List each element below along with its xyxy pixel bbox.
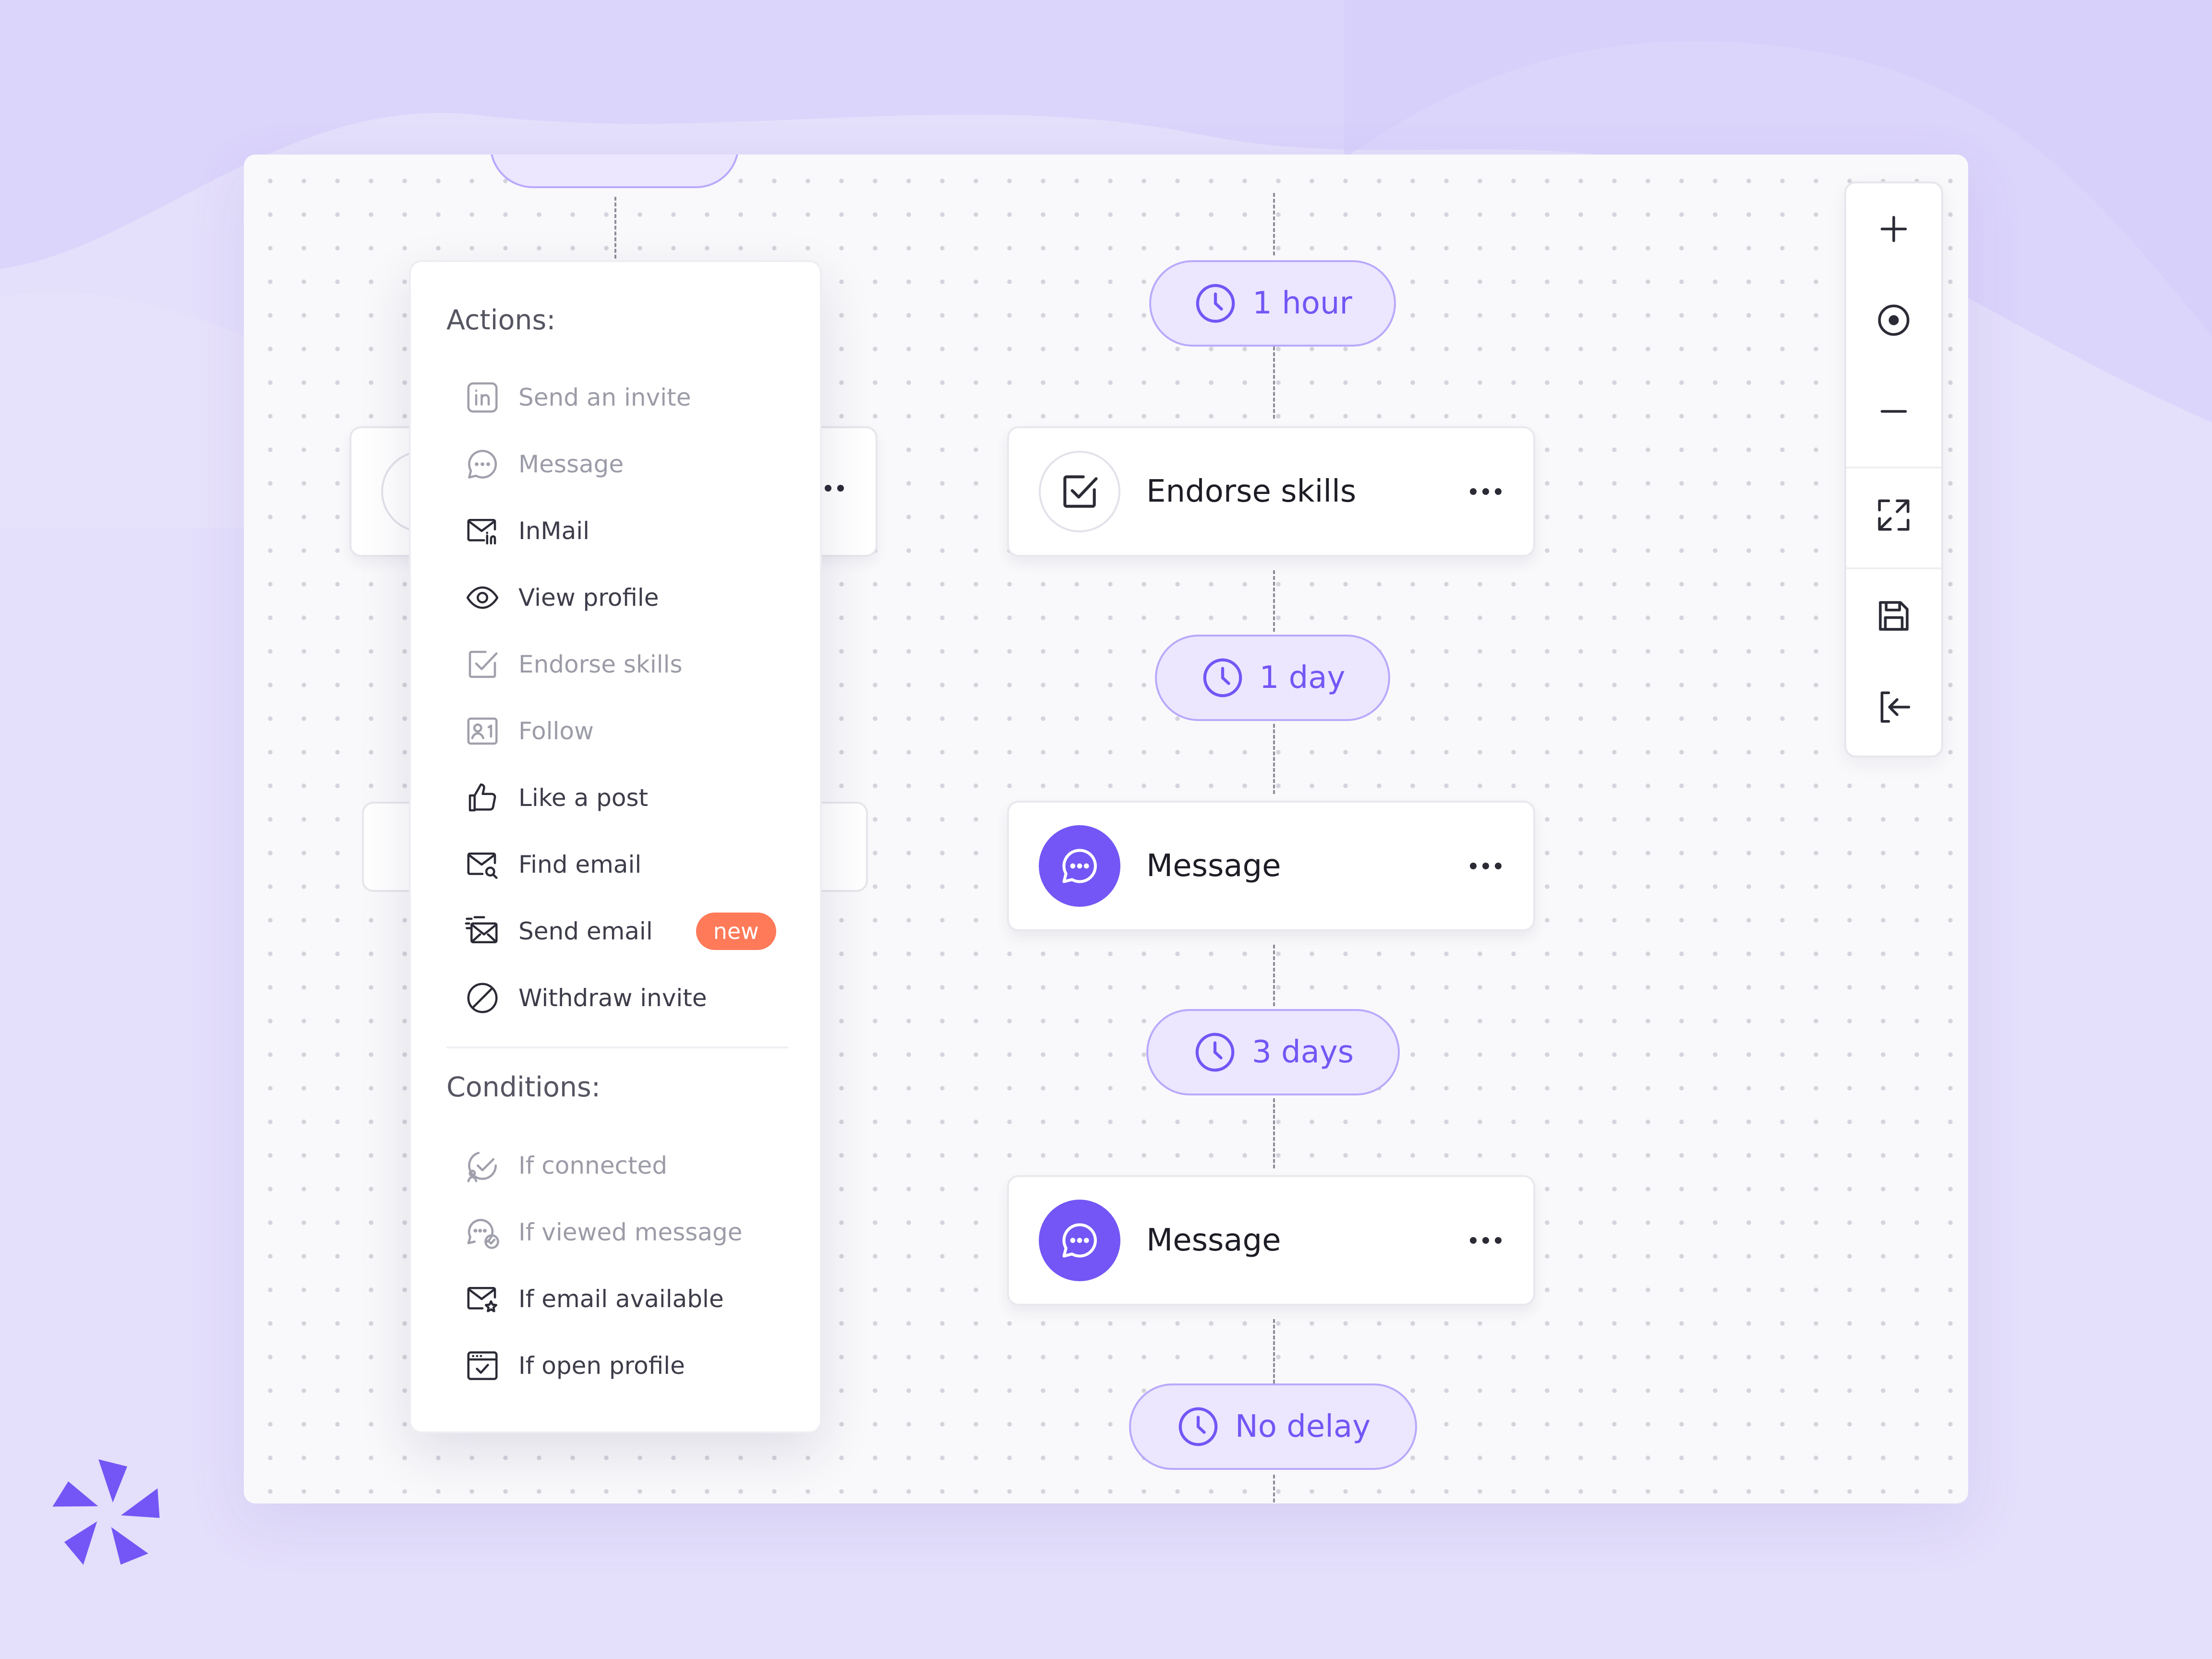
- connector-line: [1273, 1319, 1275, 1383]
- connected-icon: [467, 1152, 497, 1182]
- fullscreen-button[interactable]: [1846, 469, 1941, 561]
- step-label: Message: [1146, 1223, 1281, 1258]
- chat-bubble-icon: [1062, 849, 1097, 883]
- step-icon: [1039, 825, 1120, 907]
- center-button[interactable]: [1846, 275, 1941, 366]
- toolbar-divider: [1846, 467, 1941, 469]
- action-like-a-post[interactable]: Like a post: [464, 774, 790, 822]
- send-email-icon: [465, 916, 498, 944]
- delay-pill-no-delay[interactable]: No delay: [1129, 1383, 1417, 1470]
- step-label: Endorse skills: [1146, 474, 1357, 509]
- step-icon: [1039, 1200, 1120, 1281]
- more-options-icon[interactable]: [1468, 486, 1503, 497]
- action-label: Endorse skills: [518, 650, 683, 678]
- check-square-icon: [1063, 475, 1098, 508]
- open-profile-icon: [467, 1351, 498, 1380]
- connector-line: [1273, 724, 1275, 794]
- step-card-message[interactable]: Message: [1007, 801, 1535, 931]
- step-card-message[interactable]: Message: [1007, 1175, 1535, 1306]
- action-send-email[interactable]: Send email new: [464, 907, 790, 955]
- action-find-email[interactable]: Find email: [464, 841, 790, 889]
- clock-icon: [1203, 658, 1242, 697]
- connector-line: [1273, 193, 1275, 255]
- email-available-icon: [467, 1286, 497, 1312]
- add-step-dropdown: Actions: Send an invite Message InMail V…: [409, 260, 822, 1433]
- delay-label: 1 hour: [1252, 286, 1352, 321]
- action-label: Follow: [518, 717, 594, 745]
- condition-label: If viewed message: [518, 1218, 743, 1246]
- condition-if-open-profile[interactable]: If open profile: [464, 1342, 790, 1390]
- action-label: View profile: [518, 584, 659, 612]
- exit-button[interactable]: [1846, 661, 1941, 753]
- message-icon: [468, 450, 497, 479]
- condition-if-viewed-message[interactable]: If viewed message: [464, 1208, 790, 1256]
- delay-pill-3-days[interactable]: 3 days: [1146, 1009, 1400, 1095]
- delay-pill-1-hour[interactable]: 1 hour: [1149, 260, 1396, 347]
- zoom-in-icon: [1880, 216, 1907, 242]
- new-badge: new: [696, 913, 776, 950]
- follow-icon: [467, 717, 498, 745]
- step-card-endorse-skills[interactable]: Endorse skills: [1007, 426, 1535, 557]
- action-send-an-invite[interactable]: Send an invite: [464, 373, 790, 421]
- find-email-icon: [467, 852, 498, 879]
- chat-bubble-icon: [1062, 1223, 1097, 1258]
- thumbs-up-icon: [469, 783, 496, 812]
- action-label: InMail: [518, 517, 589, 545]
- withdraw-icon: [467, 983, 498, 1013]
- clock-icon: [1195, 1033, 1235, 1072]
- brand-logo: [52, 1459, 160, 1565]
- action-inmail[interactable]: InMail: [464, 507, 790, 555]
- dropdown-divider: [446, 1046, 788, 1048]
- step-label: Message: [1146, 848, 1281, 884]
- condition-label: If email available: [518, 1285, 724, 1313]
- condition-if-email-available[interactable]: If email available: [464, 1275, 790, 1323]
- more-options-icon[interactable]: [1468, 861, 1503, 871]
- save-icon: [1879, 601, 1909, 631]
- eye-icon: [466, 586, 499, 609]
- zoom-out-button[interactable]: [1846, 366, 1941, 457]
- clock-icon: [1196, 284, 1235, 323]
- center-icon: [1878, 304, 1910, 336]
- exit-icon: [1880, 691, 1911, 723]
- action-label: Send an invite: [518, 384, 691, 411]
- conditions-heading: Conditions:: [446, 1071, 601, 1103]
- condition-label: If open profile: [518, 1352, 685, 1380]
- partial-delay-pill: [490, 155, 739, 188]
- action-label: Send email: [518, 917, 653, 945]
- action-view-profile[interactable]: View profile: [464, 574, 790, 622]
- zoom-in-button[interactable]: [1846, 183, 1941, 275]
- connector-line: [1273, 1098, 1275, 1168]
- linkedin-icon: [467, 382, 498, 413]
- viewed-message-icon: [467, 1219, 499, 1249]
- action-withdraw-invite[interactable]: Withdraw invite: [464, 974, 790, 1022]
- zoom-out-icon: [1880, 410, 1907, 413]
- inmail-icon: [467, 518, 496, 545]
- toolbar-divider: [1846, 567, 1941, 569]
- check-square-icon: [469, 650, 498, 678]
- action-label: Like a post: [518, 784, 649, 812]
- connector-line: [1273, 347, 1275, 419]
- condition-if-connected[interactable]: If connected: [464, 1142, 790, 1190]
- delay-pill-1-day[interactable]: 1 day: [1155, 635, 1390, 721]
- delay-label: No delay: [1235, 1409, 1371, 1444]
- save-button[interactable]: [1846, 570, 1941, 661]
- fullscreen-icon: [1878, 499, 1910, 531]
- action-label: Withdraw invite: [518, 984, 707, 1012]
- condition-label: If connected: [518, 1152, 668, 1179]
- clock-icon: [1178, 1407, 1218, 1446]
- canvas-toolbar: [1844, 181, 1943, 757]
- delay-label: 3 days: [1251, 1034, 1354, 1070]
- connector-line: [1273, 945, 1275, 1006]
- step-icon: [1039, 451, 1120, 532]
- connector-line: [1273, 570, 1275, 632]
- action-label: Message: [518, 450, 624, 478]
- connector-line: [1273, 1475, 1275, 1503]
- action-message[interactable]: Message: [464, 440, 790, 488]
- action-follow[interactable]: Follow: [464, 707, 790, 755]
- action-endorse-skills[interactable]: Endorse skills: [464, 640, 790, 688]
- action-label: Find email: [518, 851, 642, 878]
- more-options-icon[interactable]: [1468, 1235, 1503, 1246]
- actions-heading: Actions:: [446, 304, 556, 336]
- delay-label: 1 day: [1259, 660, 1346, 696]
